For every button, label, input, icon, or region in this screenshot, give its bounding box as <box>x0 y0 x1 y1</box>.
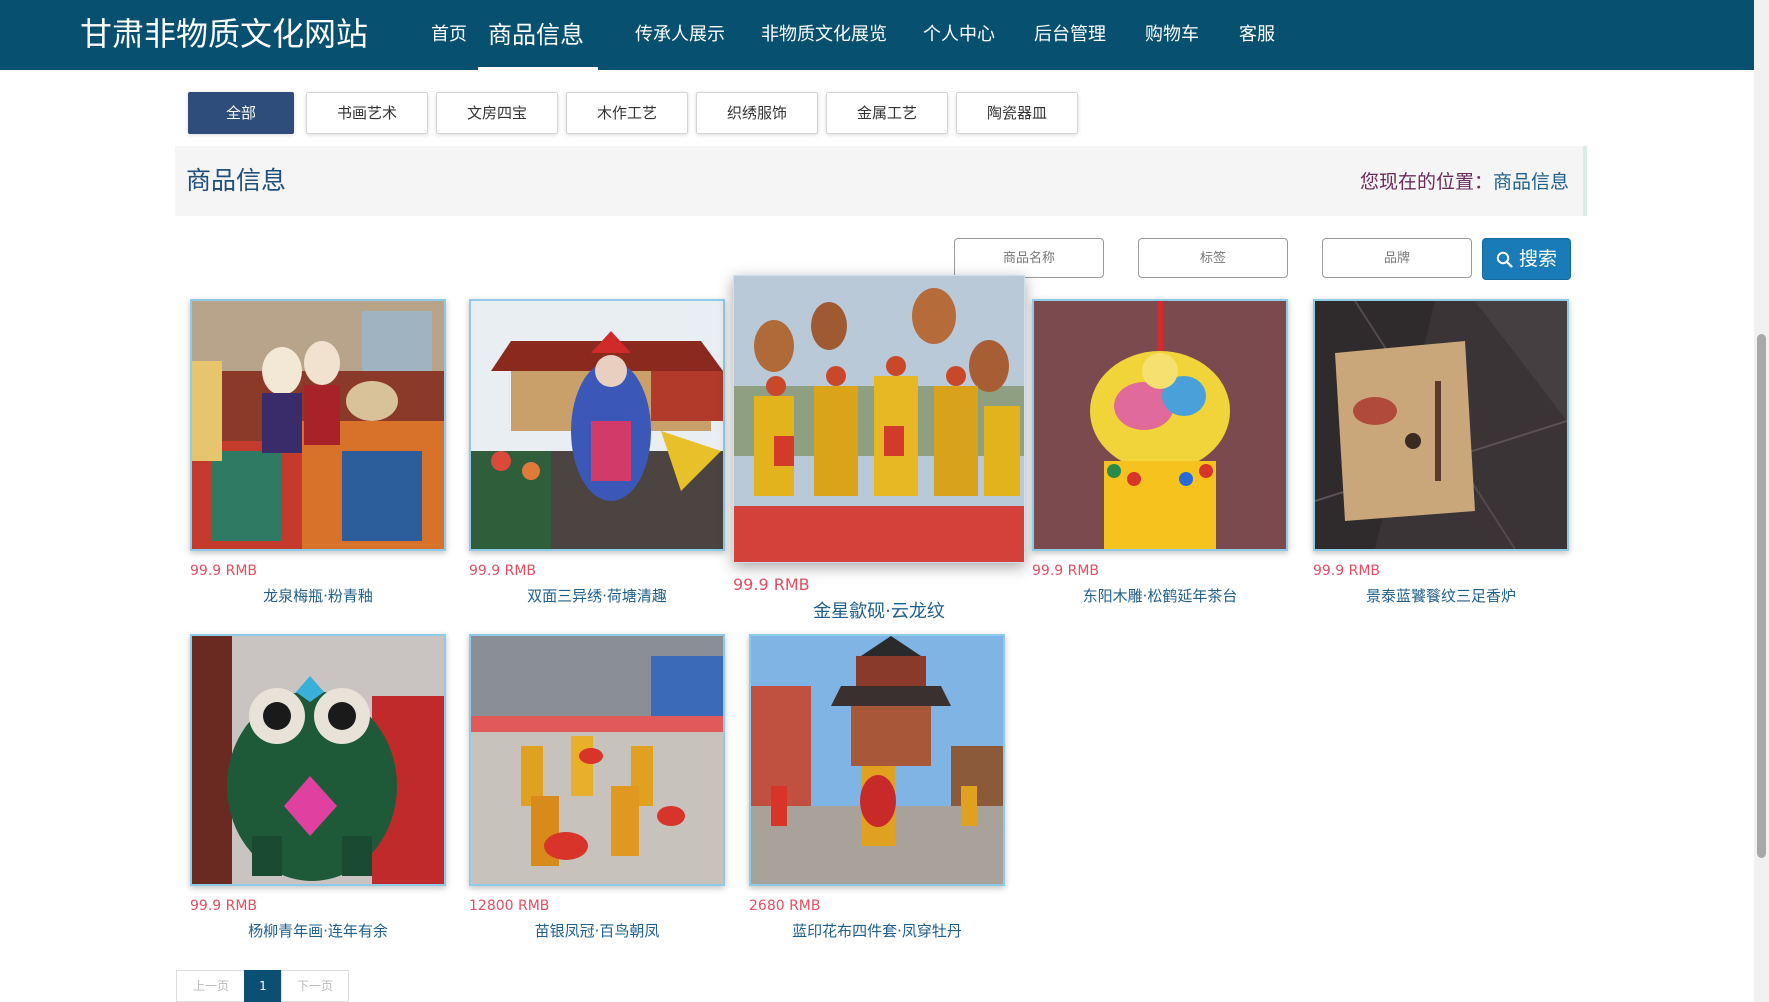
nav-customer-service[interactable]: 客服 <box>1239 0 1275 70</box>
category-stationery[interactable]: 文房四宝 <box>436 92 558 134</box>
nav-inheritors[interactable]: 传承人展示 <box>635 0 725 70</box>
search-button[interactable]: 搜索 <box>1482 238 1571 280</box>
category-metalwork[interactable]: 金属工艺 <box>826 92 948 134</box>
tag-input[interactable] <box>1138 238 1288 278</box>
nav-home-label: 首页 <box>431 24 467 45</box>
product-name[interactable]: 景泰蓝饕餮纹三足香炉 <box>1313 585 1569 607</box>
product-name[interactable]: 杨柳青年画·连年有余 <box>190 920 446 942</box>
product-price: 99.9 RMB <box>190 898 258 914</box>
nav-products-label: 商品信息 <box>488 21 584 49</box>
product-name[interactable]: 东阳木雕·松鹤延年茶台 <box>1032 585 1288 607</box>
product-price: 12800 RMB <box>469 898 550 914</box>
product-image-fan-dancers[interactable] <box>733 275 1025 563</box>
category-woodwork[interactable]: 木作工艺 <box>566 92 688 134</box>
product-image-book-cover[interactable] <box>1313 299 1569 551</box>
scrollbar-thumb[interactable] <box>1757 334 1766 858</box>
product-card[interactable]: 99.9 RMB 双面三异绣·荷塘清趣 <box>469 299 725 607</box>
category-embroidery[interactable]: 织绣服饰 <box>696 92 818 134</box>
breadcrumb-current[interactable]: 商品信息 <box>1493 171 1569 193</box>
product-price: 99.9 RMB <box>733 575 810 594</box>
product-price: 99.9 RMB <box>469 563 537 579</box>
product-image-dolls-textiles[interactable] <box>190 299 446 551</box>
nav-admin-label: 后台管理 <box>1034 24 1106 45</box>
nav-products[interactable]: 商品信息 <box>478 0 598 70</box>
nav-exhibition[interactable]: 非物质文化展览 <box>761 0 887 70</box>
nav-cart-label: 购物车 <box>1145 24 1199 45</box>
product-name-input[interactable] <box>954 238 1104 278</box>
page-title: 商品信息 <box>186 166 287 195</box>
product-name[interactable]: 龙泉梅瓶·粉青釉 <box>190 585 446 607</box>
top-navbar: 甘肃非物质文化网站 首页 商品信息 传承人展示 非物质文化展览 个人中心 后台管… <box>0 0 1754 70</box>
category-all[interactable]: 全部 <box>188 92 294 134</box>
page-1-button[interactable]: 1 <box>244 970 282 1002</box>
nav-exhibition-label: 非物质文化展览 <box>761 24 887 45</box>
next-page-button[interactable]: 下一页 <box>281 970 349 1002</box>
product-name[interactable]: 金星歙砚·云龙纹 <box>733 601 1025 623</box>
product-image-parade-gate[interactable] <box>469 299 725 551</box>
nav-inheritors-label: 传承人展示 <box>635 24 725 45</box>
nav-personal-center[interactable]: 个人中心 <box>923 0 995 70</box>
product-card[interactable]: 99.9 RMB 杨柳青年画·连年有余 <box>190 634 446 942</box>
breadcrumb-label: 您现在的位置： <box>1359 171 1493 193</box>
product-card[interactable]: 99.9 RMB 龙泉梅瓶·粉青釉 <box>190 299 446 607</box>
product-image-embroidered-tiger[interactable] <box>190 634 446 886</box>
nav-admin[interactable]: 后台管理 <box>1034 0 1106 70</box>
search-button-label: 搜索 <box>1518 248 1557 270</box>
product-price: 99.9 RMB <box>1032 563 1100 579</box>
nav-cart[interactable]: 购物车 <box>1145 0 1199 70</box>
brand-input[interactable] <box>1322 238 1472 278</box>
product-name[interactable]: 苗银凤冠·百鸟朝凤 <box>469 920 725 942</box>
product-card[interactable]: 2680 RMB 蓝印花布四件套·凤穿牡丹 <box>749 634 1005 942</box>
breadcrumb: 您现在的位置：商品信息 <box>1360 168 1569 196</box>
category-ceramics[interactable]: 陶瓷器皿 <box>956 92 1078 134</box>
product-price: 99.9 RMB <box>190 563 258 579</box>
product-price: 2680 RMB <box>749 898 821 914</box>
category-painting[interactable]: 书画艺术 <box>306 92 428 134</box>
product-name[interactable]: 蓝印花布四件套·凤穿牡丹 <box>749 920 1005 942</box>
page-heading-bar: 商品信息 您现在的位置：商品信息 <box>175 146 1587 216</box>
nav-personal-center-label: 个人中心 <box>923 24 995 45</box>
product-card[interactable]: 99.9 RMB 金星歙砚·云龙纹 <box>733 275 1025 623</box>
product-price: 99.9 RMB <box>1313 563 1381 579</box>
product-image-embroidered-sachet[interactable] <box>1032 299 1288 551</box>
product-card[interactable]: 99.9 RMB 景泰蓝饕餮纹三足香炉 <box>1313 299 1569 607</box>
nav-home[interactable]: 首页 <box>431 0 467 70</box>
product-image-drum-tower[interactable] <box>749 634 1005 886</box>
nav-customer-service-label: 客服 <box>1239 24 1275 45</box>
prev-page-button[interactable]: 上一页 <box>176 970 246 1002</box>
search-icon <box>1496 251 1513 268</box>
product-card[interactable]: 99.9 RMB 东阳木雕·松鹤延年茶台 <box>1032 299 1288 607</box>
product-card[interactable]: 12800 RMB 苗银凤冠·百鸟朝凤 <box>469 634 725 942</box>
site-title[interactable]: 甘肃非物质文化网站 <box>80 14 368 54</box>
product-name[interactable]: 双面三异绣·荷塘清趣 <box>469 585 725 607</box>
product-image-drum-dancers[interactable] <box>469 634 725 886</box>
